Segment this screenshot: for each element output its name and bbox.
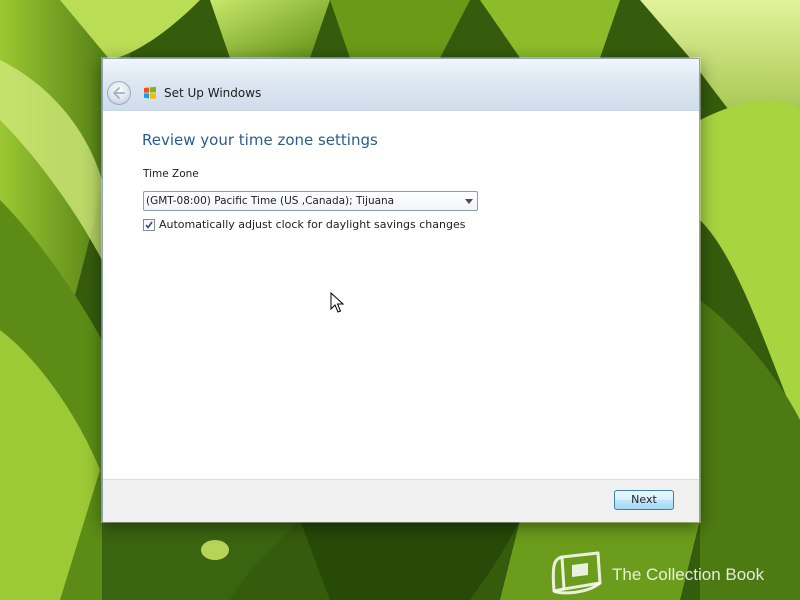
checkmark-icon	[145, 221, 153, 229]
book-icon	[551, 551, 602, 595]
page-heading: Review your time zone settings	[142, 131, 378, 149]
footer-bar: Next	[103, 479, 699, 522]
dst-checkbox[interactable]	[143, 219, 155, 231]
time-zone-label: Time Zone	[143, 168, 199, 180]
time-zone-selected-value: (GMT-08:00) Pacific Time (US ,Canada); T…	[146, 195, 395, 207]
back-button[interactable]	[107, 81, 131, 105]
time-zone-select[interactable]: (GMT-08:00) Pacific Time (US ,Canada); T…	[143, 191, 478, 211]
dst-checkbox-label[interactable]: Automatically adjust clock for daylight …	[159, 218, 465, 231]
back-arrow-icon	[113, 87, 125, 99]
window-title: Set Up Windows	[164, 86, 262, 100]
next-button[interactable]: Next	[614, 490, 674, 510]
chevron-down-icon	[465, 199, 473, 204]
windows-logo-icon	[144, 86, 156, 99]
watermark-text: The Collection Book	[612, 565, 765, 584]
mouse-pointer-icon	[330, 292, 344, 313]
setup-window: Set Up Windows Review your time zone set…	[102, 58, 700, 522]
title-bar: Set Up Windows	[103, 59, 699, 111]
